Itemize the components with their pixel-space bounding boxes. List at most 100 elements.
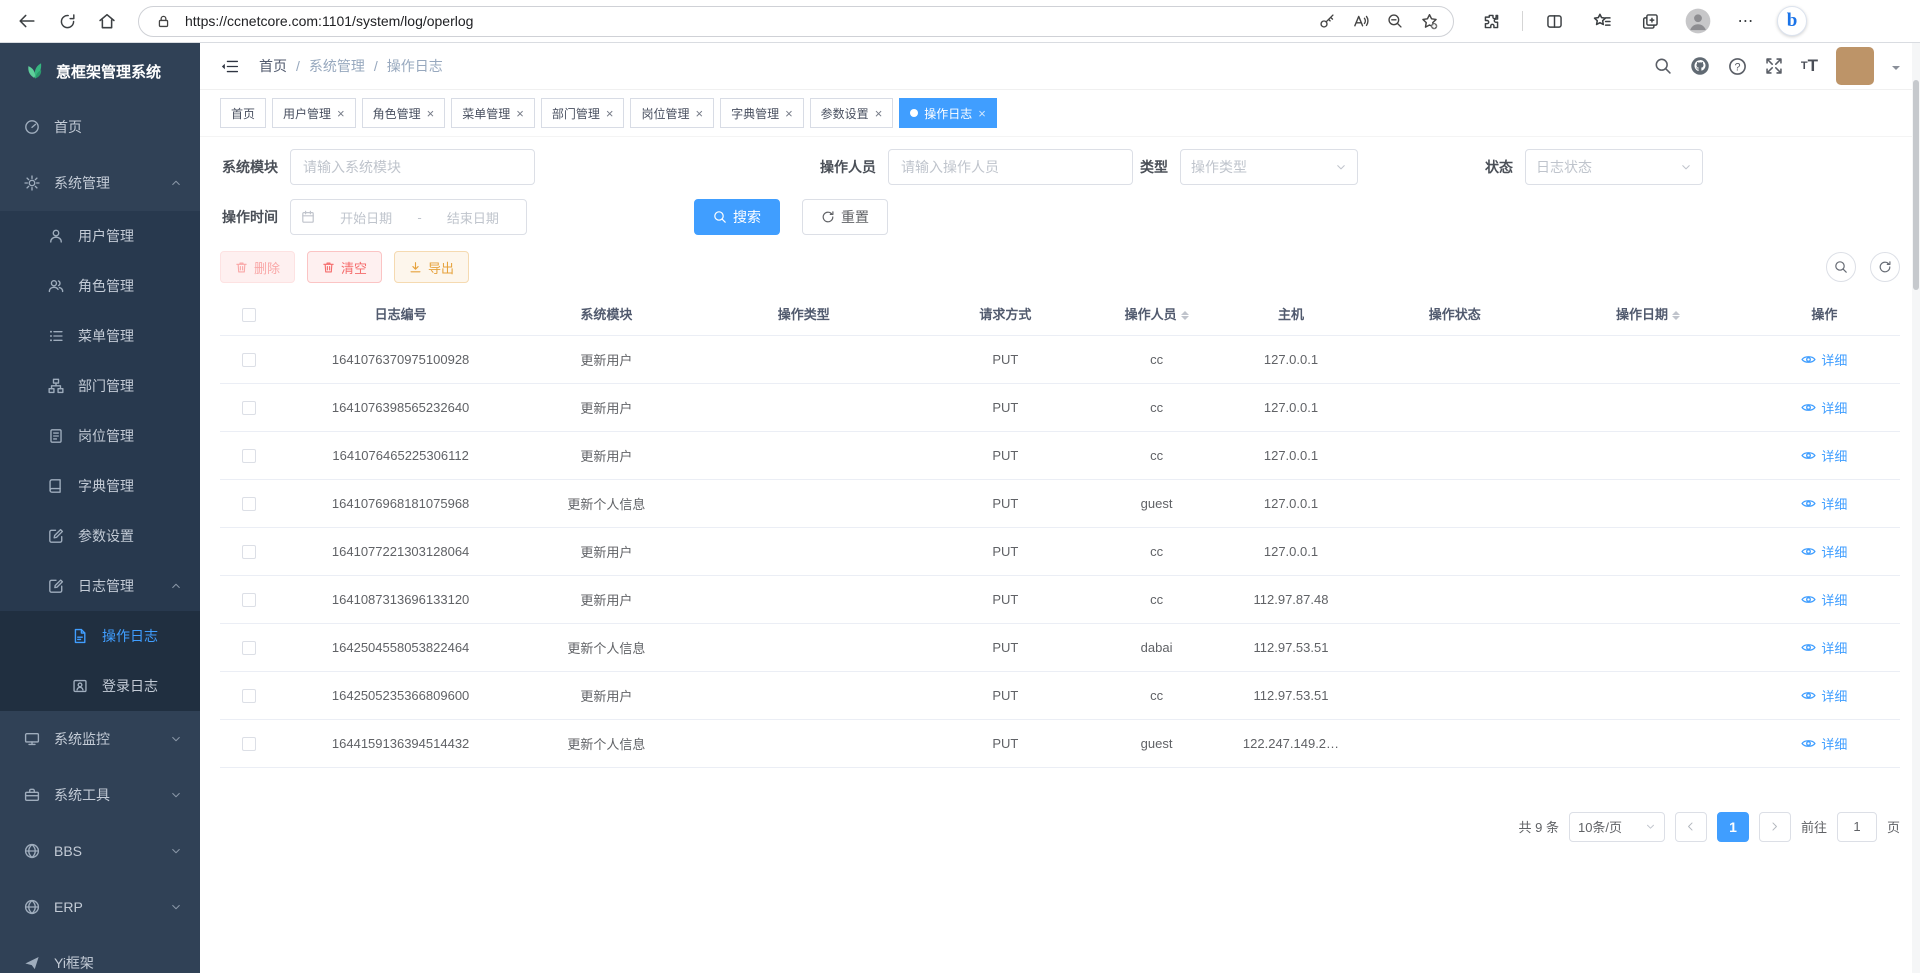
back-icon[interactable] bbox=[10, 4, 44, 38]
tab-角色管理[interactable]: 角色管理× bbox=[362, 98, 446, 128]
tab-首页[interactable]: 首页 bbox=[220, 98, 266, 128]
type-select[interactable]: 操作类型 bbox=[1180, 149, 1358, 185]
clear-button[interactable]: 清空 bbox=[307, 251, 382, 283]
detail-link[interactable]: 详细 bbox=[1801, 398, 1847, 417]
home-icon[interactable] bbox=[90, 4, 124, 38]
tab-部门管理[interactable]: 部门管理× bbox=[541, 98, 625, 128]
row-checkbox[interactable] bbox=[242, 593, 256, 607]
sidebar-item-首页[interactable]: 首页 bbox=[0, 99, 200, 155]
sidebar-item-参数设置[interactable]: 参数设置 bbox=[0, 511, 200, 561]
row-checkbox[interactable] bbox=[242, 545, 256, 559]
column-header-操作人员[interactable]: 操作人员 bbox=[1094, 293, 1220, 335]
tab-用户管理[interactable]: 用户管理× bbox=[272, 98, 356, 128]
sidebar-item-菜单管理[interactable]: 菜单管理 bbox=[0, 311, 200, 361]
password-key-icon[interactable] bbox=[1315, 9, 1339, 33]
sidebar-item-部门管理[interactable]: 部门管理 bbox=[0, 361, 200, 411]
status-select[interactable]: 日志状态 bbox=[1525, 149, 1703, 185]
tab-岗位管理[interactable]: 岗位管理× bbox=[630, 98, 714, 128]
detail-link[interactable]: 详细 bbox=[1801, 686, 1847, 705]
collections-icon[interactable] bbox=[1633, 4, 1667, 38]
sidebar-item-登录日志[interactable]: 登录日志 bbox=[0, 661, 200, 711]
detail-link[interactable]: 详细 bbox=[1801, 542, 1847, 561]
row-checkbox[interactable] bbox=[242, 449, 256, 463]
close-icon[interactable]: × bbox=[875, 107, 883, 120]
close-icon[interactable]: × bbox=[427, 107, 435, 120]
search-icon[interactable] bbox=[1654, 57, 1672, 75]
goto-page-input[interactable] bbox=[1837, 812, 1877, 842]
row-checkbox[interactable] bbox=[242, 497, 256, 511]
detail-link[interactable]: 详细 bbox=[1801, 446, 1847, 465]
row-checkbox[interactable] bbox=[242, 689, 256, 703]
app-logo[interactable]: 意框架管理系统 bbox=[0, 43, 200, 99]
close-icon[interactable]: × bbox=[606, 107, 614, 120]
split-screen-icon[interactable] bbox=[1537, 4, 1571, 38]
column-header-操作日期[interactable]: 操作日期 bbox=[1547, 293, 1749, 335]
date-range-picker[interactable]: 开始日期 - 结束日期 bbox=[290, 199, 527, 235]
extensions-icon[interactable] bbox=[1474, 4, 1508, 38]
bing-chat-icon[interactable]: b bbox=[1777, 6, 1807, 36]
sidebar-item-系统管理[interactable]: 系统管理 bbox=[0, 155, 200, 211]
lock-icon[interactable] bbox=[151, 9, 175, 33]
sidebar-toggle-icon[interactable] bbox=[220, 57, 239, 76]
favorites-bar-icon[interactable] bbox=[1585, 4, 1619, 38]
row-checkbox[interactable] bbox=[242, 737, 256, 751]
url-text[interactable]: https://ccnetcore.com:1101/system/log/op… bbox=[185, 13, 1305, 29]
detail-link[interactable]: 详细 bbox=[1801, 350, 1847, 369]
tab-菜单管理[interactable]: 菜单管理× bbox=[451, 98, 535, 128]
detail-link[interactable]: 详细 bbox=[1801, 734, 1847, 753]
sidebar-item-系统工具[interactable]: 系统工具 bbox=[0, 767, 200, 823]
delete-button[interactable]: 删除 bbox=[220, 251, 295, 283]
address-bar[interactable]: https://ccnetcore.com:1101/system/log/op… bbox=[138, 6, 1454, 37]
tab-字典管理[interactable]: 字典管理× bbox=[720, 98, 804, 128]
next-page-button[interactable] bbox=[1759, 812, 1791, 842]
operator-input[interactable] bbox=[888, 149, 1133, 185]
sidebar-item-BBS[interactable]: BBS bbox=[0, 823, 200, 879]
row-checkbox[interactable] bbox=[242, 641, 256, 655]
sidebar-item-系统监控[interactable]: 系统监控 bbox=[0, 711, 200, 767]
more-icon[interactable]: ⋯ bbox=[1729, 4, 1763, 38]
read-aloud-icon[interactable] bbox=[1349, 9, 1373, 33]
tab-操作日志[interactable]: 操作日志× bbox=[899, 98, 997, 128]
avatar-chevron-down-icon[interactable] bbox=[1892, 66, 1900, 74]
search-button[interactable]: 搜索 bbox=[694, 199, 780, 235]
export-button[interactable]: 导出 bbox=[394, 251, 469, 283]
close-icon[interactable]: × bbox=[695, 107, 703, 120]
sidebar-item-岗位管理[interactable]: 岗位管理 bbox=[0, 411, 200, 461]
sidebar-item-ERP[interactable]: ERP bbox=[0, 879, 200, 935]
favorite-add-icon[interactable] bbox=[1417, 9, 1441, 33]
breadcrumb-home[interactable]: 首页 bbox=[259, 56, 287, 76]
help-icon[interactable]: ? bbox=[1728, 57, 1747, 76]
breadcrumb-system[interactable]: 系统管理 bbox=[309, 56, 365, 76]
sidebar-item-操作日志[interactable]: 操作日志 bbox=[0, 611, 200, 661]
sort-caret-icon[interactable] bbox=[1672, 311, 1680, 320]
row-checkbox[interactable] bbox=[242, 353, 256, 367]
profile-icon[interactable] bbox=[1681, 4, 1715, 38]
close-icon[interactable]: × bbox=[516, 107, 524, 120]
detail-link[interactable]: 详细 bbox=[1801, 590, 1847, 609]
close-icon[interactable]: × bbox=[978, 107, 986, 120]
close-icon[interactable]: × bbox=[785, 107, 793, 120]
search-toggle-button[interactable] bbox=[1826, 252, 1856, 282]
page-size-select[interactable]: 10条/页 bbox=[1569, 812, 1665, 842]
refresh-table-button[interactable] bbox=[1870, 252, 1900, 282]
scrollbar-thumb[interactable] bbox=[1913, 80, 1919, 290]
zoom-out-icon[interactable] bbox=[1383, 9, 1407, 33]
page-1-button[interactable]: 1 bbox=[1717, 812, 1749, 842]
detail-link[interactable]: 详细 bbox=[1801, 638, 1847, 657]
sidebar-item-Yi框架[interactable]: Yi框架 bbox=[0, 935, 200, 973]
sort-caret-icon[interactable] bbox=[1181, 311, 1189, 320]
reset-button[interactable]: 重置 bbox=[802, 199, 888, 235]
font-size-icon[interactable]: TT bbox=[1801, 56, 1818, 76]
refresh-icon[interactable] bbox=[50, 4, 84, 38]
row-checkbox[interactable] bbox=[242, 401, 256, 415]
sidebar-item-日志管理[interactable]: 日志管理 bbox=[0, 561, 200, 611]
sidebar-item-角色管理[interactable]: 角色管理 bbox=[0, 261, 200, 311]
tab-参数设置[interactable]: 参数设置× bbox=[810, 98, 894, 128]
detail-link[interactable]: 详细 bbox=[1801, 494, 1847, 513]
prev-page-button[interactable] bbox=[1675, 812, 1707, 842]
user-avatar[interactable] bbox=[1836, 47, 1874, 85]
checkbox[interactable] bbox=[242, 308, 256, 322]
module-input[interactable] bbox=[290, 149, 535, 185]
github-icon[interactable] bbox=[1690, 56, 1710, 76]
select-all-checkbox[interactable] bbox=[220, 293, 279, 335]
